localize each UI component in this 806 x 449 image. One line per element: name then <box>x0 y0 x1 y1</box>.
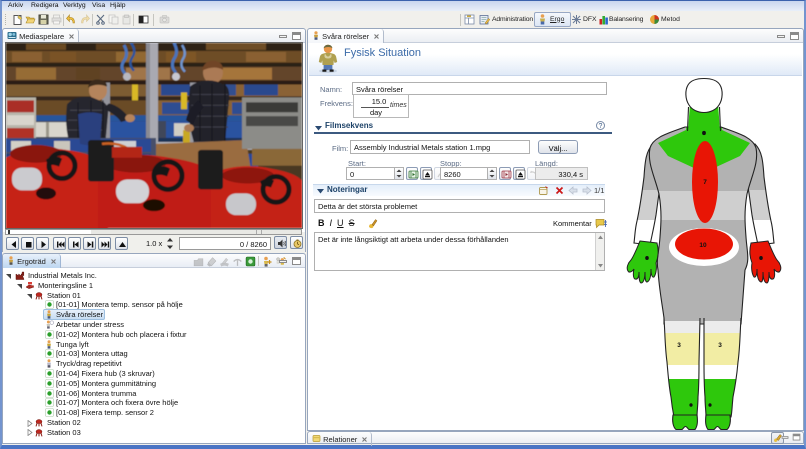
svg-text:7: 7 <box>703 179 707 186</box>
svg-text:3: 3 <box>677 342 681 349</box>
svg-text:3: 3 <box>718 342 722 349</box>
svg-text:10: 10 <box>699 242 707 249</box>
